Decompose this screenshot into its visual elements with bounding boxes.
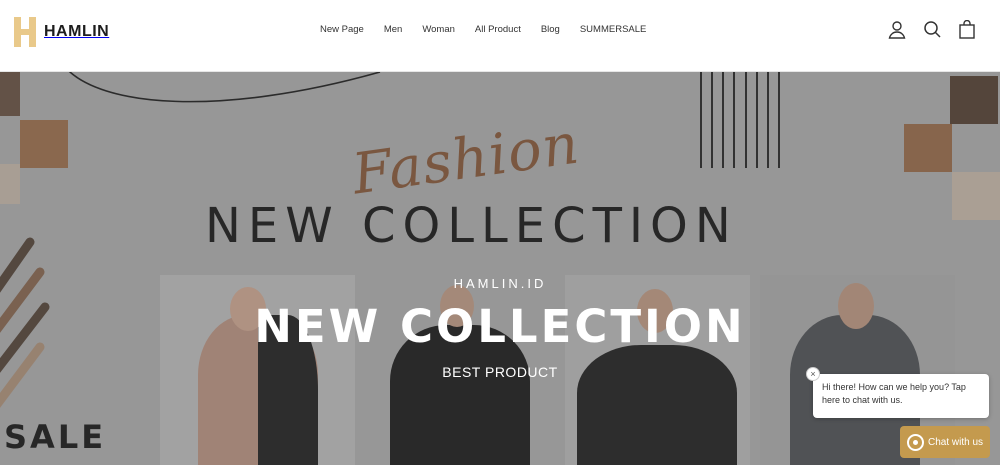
chat-greeting-bubble[interactable]: Hi there! How can we help you? Tap here … <box>813 374 989 418</box>
brand-logo[interactable]: HAMLIN <box>12 17 109 47</box>
hero-kicker: HAMLIN.ID <box>453 276 547 291</box>
nav-woman[interactable]: Woman <box>422 24 455 35</box>
nav-summersale[interactable]: SUMMERSALE <box>580 24 647 35</box>
logo-mark-icon <box>12 17 38 47</box>
chat-close-button[interactable]: × <box>806 367 820 381</box>
site-header: HAMLIN New Page Men Woman All Product Bl… <box>0 0 1000 72</box>
nav-blog[interactable]: Blog <box>541 24 560 35</box>
search-icon[interactable] <box>923 20 941 40</box>
chat-with-us-button[interactable]: Chat with us <box>900 426 990 458</box>
hero-headline: NEW COLLECTION <box>254 300 746 353</box>
main-navigation: New Page Men Woman All Product Blog SUMM… <box>320 24 666 35</box>
nav-all-product[interactable]: All Product <box>475 24 521 35</box>
brand-name: HAMLIN <box>44 23 110 40</box>
chat-button-label: Chat with us <box>927 436 984 448</box>
header-actions <box>871 19 976 40</box>
nav-new-page[interactable]: New Page <box>320 24 364 35</box>
cart-icon[interactable] <box>958 19 976 40</box>
account-icon[interactable] <box>888 20 906 40</box>
whatsapp-icon <box>906 433 924 451</box>
nav-men[interactable]: Men <box>384 24 402 35</box>
